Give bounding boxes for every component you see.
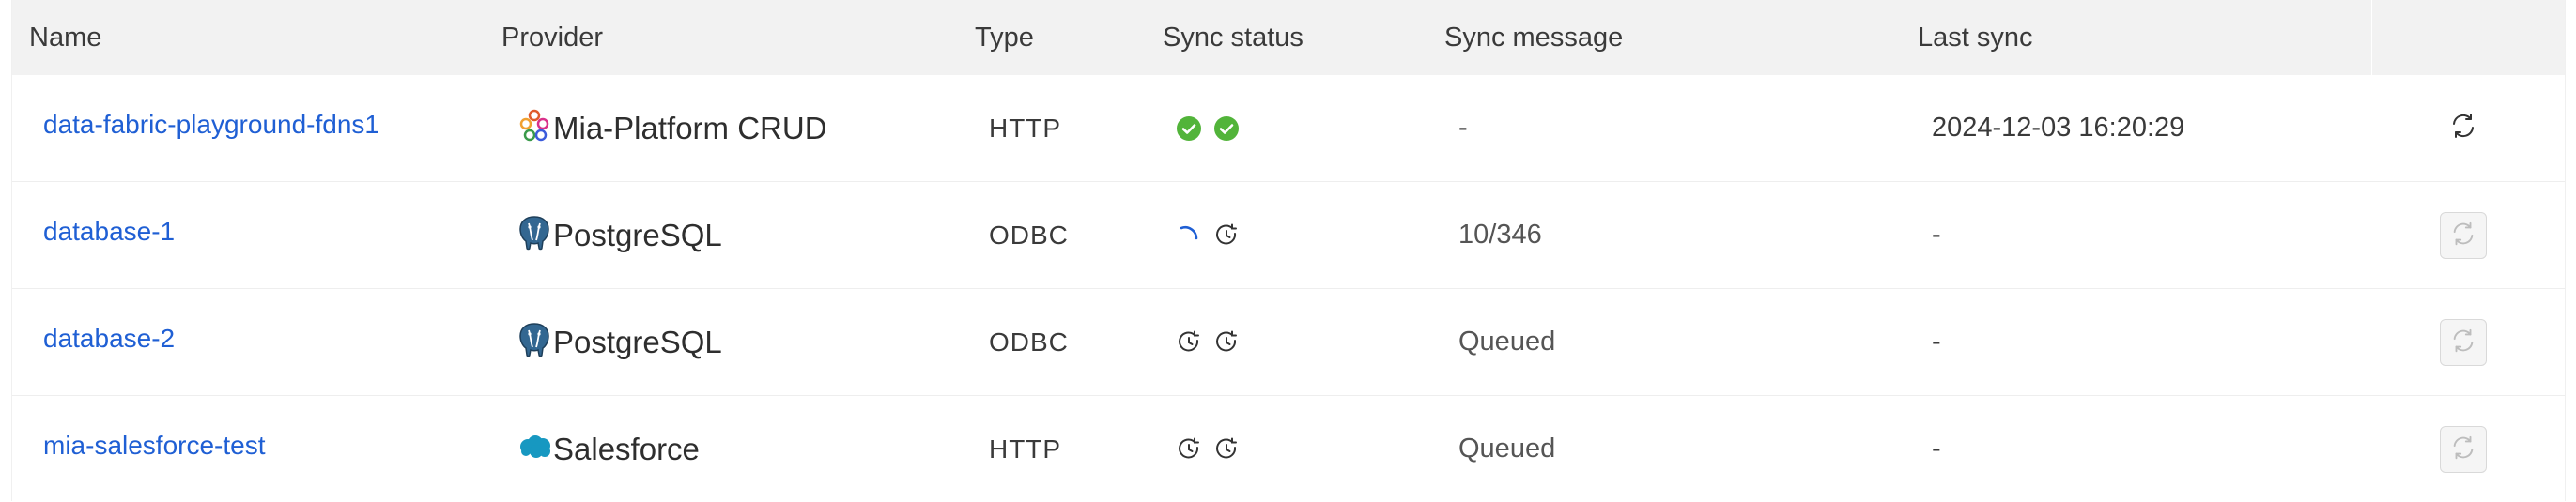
provider-label: PostgreSQL (553, 324, 722, 359)
column-header-name[interactable]: Name (29, 0, 101, 75)
last-sync-time: 2024-12-03 16:20:29 (1932, 113, 2185, 143)
type-label: ODBC (989, 220, 1069, 250)
type-label: HTTP (989, 434, 1062, 464)
sync-refresh-icon (2448, 111, 2478, 145)
connection-name-link[interactable]: database-2 (43, 324, 175, 354)
success-check-icon (1214, 115, 1239, 141)
provider-label: Mia-Platform CRUD (553, 110, 827, 145)
connection-name-link[interactable]: data-fabric-playground-fdns1 (43, 110, 379, 140)
connections-table: Name Provider Type Sync status Sync mess… (11, 0, 2566, 502)
last-sync-time: - (1932, 434, 1941, 464)
provider-label: Salesforce (553, 431, 700, 466)
salesforce-logo-icon (516, 428, 553, 470)
type-label: HTTP (989, 113, 1062, 143)
last-sync-time: - (1932, 327, 1941, 357)
column-header-type[interactable]: Type (975, 0, 1034, 75)
column-header-sync-status[interactable]: Sync status (1163, 0, 1303, 75)
sync-refresh-icon (2449, 220, 2477, 252)
table-row: database-1 PostgreSQL ODBC 10/346 - (12, 182, 2565, 289)
sync-status (1177, 223, 1239, 248)
loading-spinner-icon (1177, 223, 1201, 248)
table-row: data-fabric-playground-fdns1 Mia-Platfor… (12, 75, 2565, 182)
pending-clock-icon (1214, 437, 1239, 462)
sync-message: - (1458, 113, 1468, 143)
sync-message: 10/346 (1458, 220, 1542, 250)
column-header-last-sync[interactable]: Last sync (1918, 0, 2033, 75)
pending-clock-icon (1177, 330, 1201, 355)
pending-clock-icon (1177, 437, 1201, 462)
sync-button[interactable] (2440, 319, 2487, 366)
sync-status (1177, 437, 1239, 462)
table-row: database-2 PostgreSQL ODBC Queued - (12, 289, 2565, 396)
connection-name-link[interactable]: mia-salesforce-test (43, 431, 266, 461)
mia-platform-logo-icon (516, 107, 553, 149)
connection-name-link[interactable]: database-1 (43, 217, 175, 247)
sync-message: Queued (1458, 327, 1556, 357)
column-header-sync-message[interactable]: Sync message (1444, 0, 1623, 75)
column-header-provider[interactable]: Provider (501, 0, 603, 75)
sync-button[interactable] (2440, 426, 2487, 473)
provider-label: PostgreSQL (553, 217, 722, 252)
table-row: mia-salesforce-test Salesforce HTTP Queu… (12, 396, 2565, 502)
sync-status (1177, 330, 1239, 355)
postgresql-logo-icon (516, 214, 553, 256)
pending-clock-icon (1214, 330, 1239, 355)
success-check-icon (1177, 115, 1201, 141)
sync-button[interactable] (2440, 212, 2487, 259)
sync-button[interactable] (2440, 104, 2487, 151)
last-sync-time: - (1932, 220, 1941, 250)
postgresql-logo-icon (516, 321, 553, 363)
sync-refresh-icon (2449, 327, 2477, 359)
sync-status (1177, 115, 1239, 141)
type-label: ODBC (989, 327, 1069, 357)
sync-message: Queued (1458, 434, 1556, 464)
column-divider (2371, 0, 2372, 75)
table-header: Name Provider Type Sync status Sync mess… (12, 0, 2565, 76)
sync-refresh-icon (2449, 434, 2477, 466)
pending-clock-icon (1214, 223, 1239, 248)
